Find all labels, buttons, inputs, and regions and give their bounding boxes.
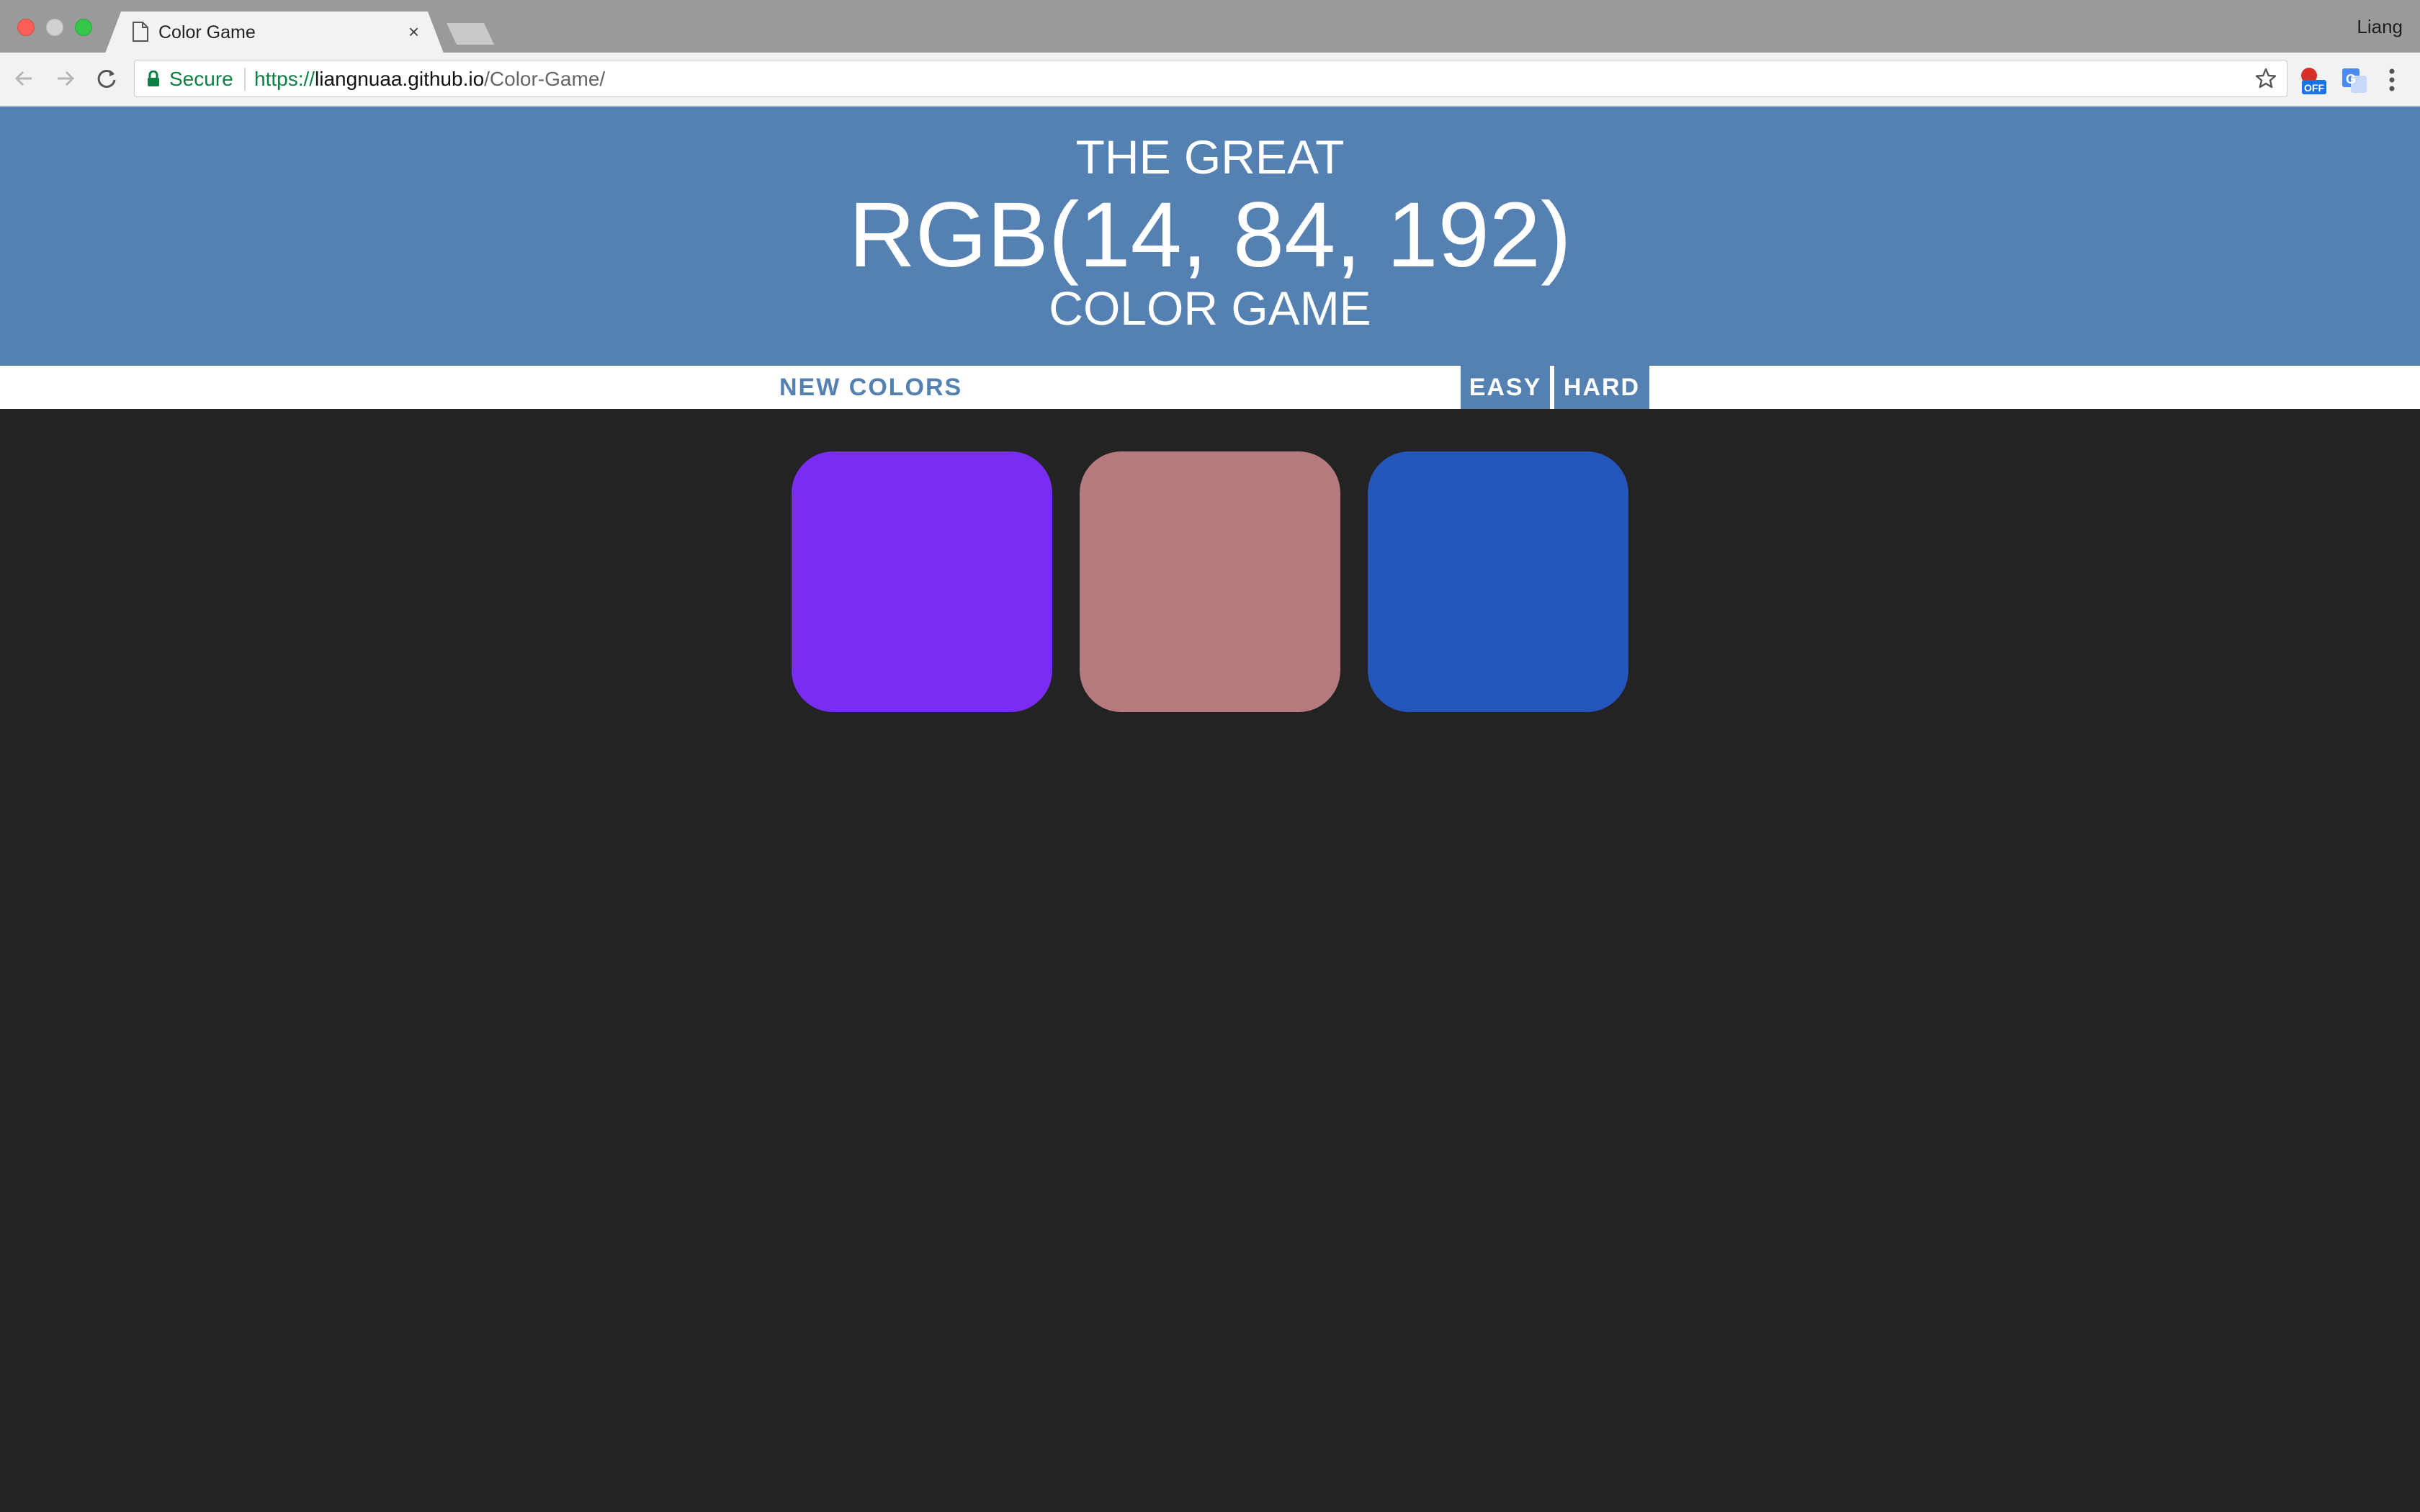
new-tab-button[interactable]	[447, 23, 494, 45]
game-header: THE GREAT RGB(14, 84, 192) COLOR GAME	[0, 107, 2420, 366]
close-window-button[interactable]	[17, 19, 35, 36]
bookmark-star-icon[interactable]	[2254, 66, 2278, 91]
address-separator	[244, 68, 246, 91]
tab-title: Color Game	[158, 22, 256, 42]
header-title-top: THE GREAT	[1075, 130, 1345, 184]
hard-mode-button[interactable]: HARD	[1554, 366, 1649, 409]
svg-text:OFF: OFF	[2304, 82, 2324, 94]
minimize-window-button[interactable]	[46, 19, 63, 36]
forward-arrow-icon[interactable]	[50, 64, 79, 93]
lock-icon	[148, 71, 159, 86]
color-square[interactable]	[1368, 451, 1628, 712]
color-square[interactable]	[1080, 451, 1340, 712]
tab-close-icon[interactable]: ×	[408, 21, 419, 42]
url-scheme: https://	[254, 68, 315, 90]
browser-titlebar: Color Game × Liang	[0, 0, 2420, 53]
new-colors-button[interactable]: NEW COLORS	[779, 366, 962, 409]
control-stripe: NEW COLORS EASY HARD	[0, 366, 2420, 409]
rgb-target-display: RGB(14, 84, 192)	[848, 184, 1572, 287]
extension-off-icon[interactable]: OFF	[2298, 66, 2328, 96]
url-host: liangnuaa.github.io	[315, 68, 485, 90]
secure-label: Secure	[169, 68, 233, 90]
page-icon	[133, 22, 148, 42]
back-arrow-icon[interactable]	[10, 64, 39, 93]
easy-mode-button[interactable]: EASY	[1461, 366, 1550, 409]
url-text[interactable]: https://liangnuaa.github.io/Color-Game/	[254, 68, 605, 91]
translate-icon[interactable]: G	[2339, 66, 2370, 96]
color-square[interactable]	[792, 451, 1052, 712]
url-path: /Color-Game/	[484, 68, 606, 90]
address-bar[interactable]: Secure https://liangnuaa.github.io/Color…	[134, 60, 2287, 97]
svg-text:G: G	[2346, 72, 2356, 86]
profile-name[interactable]: Liang	[2357, 16, 2403, 38]
maximize-window-button[interactable]	[75, 19, 92, 36]
header-title-bottom: COLOR GAME	[1049, 282, 1371, 335]
browser-tab-active[interactable]: Color Game ×	[105, 12, 444, 53]
menu-dots-icon[interactable]	[2381, 64, 2403, 96]
reload-icon[interactable]	[92, 64, 121, 93]
browser-toolbar: Secure https://liangnuaa.github.io/Color…	[0, 53, 2420, 107]
